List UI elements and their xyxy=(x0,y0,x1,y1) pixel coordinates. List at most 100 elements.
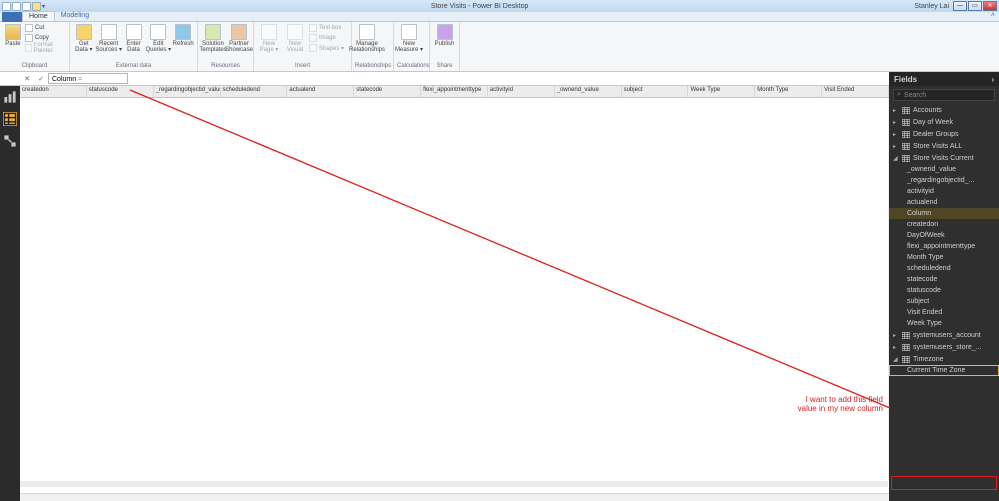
measure-icon xyxy=(401,24,417,40)
group-label-share: Share xyxy=(433,63,456,71)
image-icon xyxy=(309,34,317,42)
publish-button[interactable]: Publish xyxy=(433,23,456,47)
column-header[interactable]: subject xyxy=(622,86,689,97)
column-header[interactable]: Month Type xyxy=(755,86,822,97)
fields-column[interactable]: subject xyxy=(889,296,999,307)
maximize-button[interactable]: ▭ xyxy=(968,1,982,11)
fields-column[interactable]: DayOfWeek xyxy=(889,230,999,241)
file-tab[interactable] xyxy=(2,12,22,22)
table-icon xyxy=(902,119,910,126)
data-grid[interactable] xyxy=(20,98,889,481)
minimize-button[interactable]: — xyxy=(953,1,967,11)
edit-queries-button[interactable]: Edit Queries ▾ xyxy=(146,23,170,53)
column-header[interactable]: createdon xyxy=(20,86,87,97)
formula-input[interactable]: Column = xyxy=(48,73,128,84)
partner-showcase-icon xyxy=(231,24,247,40)
fields-column[interactable]: Current Time Zone xyxy=(889,365,999,376)
column-header[interactable]: scheduledend xyxy=(221,86,288,97)
qat-save-icon[interactable] xyxy=(2,2,11,11)
fields-column[interactable]: scheduledend xyxy=(889,263,999,274)
fields-pane: Fields › ⌕ Search ▸Accounts▸Day of Week▸… xyxy=(889,72,999,501)
data-view-button[interactable] xyxy=(3,112,17,126)
report-view-button[interactable] xyxy=(3,90,17,104)
close-button[interactable]: ✕ xyxy=(983,1,997,11)
recent-sources-button[interactable]: Recent Sources ▾ xyxy=(97,23,121,53)
fields-column[interactable]: flexi_appointmenttype xyxy=(889,241,999,252)
fields-table[interactable]: ◢Timezone xyxy=(889,353,999,365)
fields-column[interactable]: _regardingobjectid_... xyxy=(889,175,999,186)
model-view-button[interactable] xyxy=(3,134,17,148)
quick-access-toolbar: ▾ xyxy=(2,2,45,11)
caret-icon: ▸ xyxy=(893,344,899,351)
enter-data-button[interactable]: Enter Data xyxy=(123,23,145,53)
fields-column[interactable]: Month Type xyxy=(889,252,999,263)
fields-table[interactable]: ▸Day of Week xyxy=(889,116,999,128)
new-measure-button[interactable]: New Measure ▾ xyxy=(397,23,421,53)
horizontal-scrollbar[interactable] xyxy=(20,481,888,487)
qat-redo-icon[interactable] xyxy=(22,2,31,11)
enter-data-icon xyxy=(126,24,142,40)
fields-column[interactable]: Week Type xyxy=(889,318,999,329)
formula-cancel-button[interactable]: ✕ xyxy=(20,75,34,83)
column-header[interactable]: statuscode xyxy=(87,86,154,97)
paste-icon xyxy=(5,24,21,40)
ribbon-collapse-icon[interactable]: ˄ xyxy=(987,11,999,21)
column-header[interactable]: _ownerid_value xyxy=(555,86,622,97)
paste-button[interactable]: Paste xyxy=(3,23,23,47)
get-data-button[interactable]: Get Data ▾ xyxy=(73,23,95,53)
column-header[interactable]: flexi_appointmenttype xyxy=(421,86,488,97)
recent-sources-icon xyxy=(101,24,117,40)
tab-modeling[interactable]: Modeling xyxy=(55,11,95,21)
fields-column[interactable]: actualend xyxy=(889,197,999,208)
fields-table[interactable]: ▸Store Visits ALL xyxy=(889,140,999,152)
tab-home[interactable]: Home xyxy=(22,11,55,21)
qat-undo-icon[interactable] xyxy=(12,2,21,11)
fields-column[interactable]: Column xyxy=(889,208,999,219)
fields-tree: ▸Accounts▸Day of Week▸Dealer Groups▸Stor… xyxy=(889,104,999,501)
column-header[interactable]: activityid xyxy=(488,86,555,97)
caret-icon: ▸ xyxy=(893,332,899,339)
table-icon xyxy=(902,332,910,339)
cut-button[interactable]: Cut xyxy=(25,23,66,33)
formula-commit-button[interactable]: ✓ xyxy=(34,75,48,83)
fields-table[interactable]: ▸systemusers_store_... xyxy=(889,341,999,353)
fields-column[interactable]: activityid xyxy=(889,186,999,197)
new-page-button: New Page ▾ xyxy=(257,23,281,53)
fields-table[interactable]: ▸Accounts xyxy=(889,104,999,116)
fields-search-input[interactable]: ⌕ Search xyxy=(893,89,995,101)
signed-in-user[interactable]: Stanley Lai xyxy=(914,3,949,10)
formula-bar: ✕ ✓ Column = ˅ xyxy=(0,72,999,86)
publish-icon xyxy=(437,24,453,40)
partner-showcase-button[interactable]: Partner Showcase xyxy=(227,23,251,53)
fields-column[interactable]: statuscode xyxy=(889,285,999,296)
group-label-external-data: External data xyxy=(73,63,194,71)
fields-column[interactable]: statecode xyxy=(889,274,999,285)
fields-table[interactable]: ▸Dealer Groups xyxy=(889,128,999,140)
column-header[interactable]: actualend xyxy=(287,86,354,97)
group-label-insert: Insert xyxy=(257,63,348,71)
fields-column[interactable]: createdon xyxy=(889,219,999,230)
column-header[interactable]: Visit Ended xyxy=(822,86,889,97)
solution-templates-button[interactable]: Solution Templates xyxy=(201,23,225,53)
shapes-icon xyxy=(309,44,317,52)
fields-table[interactable]: ▸systemusers_account xyxy=(889,329,999,341)
title-bar: ▾ Store Visits - Power BI Desktop Stanle… xyxy=(0,0,999,12)
table-icon xyxy=(902,344,910,351)
fields-table[interactable]: ◢Store Visits Current xyxy=(889,152,999,164)
format-painter-button: Format Painter xyxy=(25,43,66,53)
refresh-button[interactable]: Refresh xyxy=(172,23,194,47)
refresh-icon xyxy=(175,24,191,40)
fields-pane-header[interactable]: Fields › xyxy=(889,72,999,86)
column-header[interactable]: Week Type xyxy=(688,86,755,97)
qat-smiley-icon[interactable] xyxy=(32,2,41,11)
column-header[interactable]: statecode xyxy=(354,86,421,97)
caret-icon: ▸ xyxy=(893,143,899,150)
cut-icon xyxy=(25,24,33,32)
manage-relationships-button[interactable]: Manage Relationships xyxy=(355,23,379,53)
get-data-icon xyxy=(76,24,92,40)
solution-templates-icon xyxy=(205,24,221,40)
fields-column[interactable]: Visit Ended xyxy=(889,307,999,318)
fields-column[interactable]: _ownerid_value xyxy=(889,164,999,175)
caret-icon: ▸ xyxy=(893,119,899,126)
column-header[interactable]: _regardingobjectid_value xyxy=(154,86,221,97)
